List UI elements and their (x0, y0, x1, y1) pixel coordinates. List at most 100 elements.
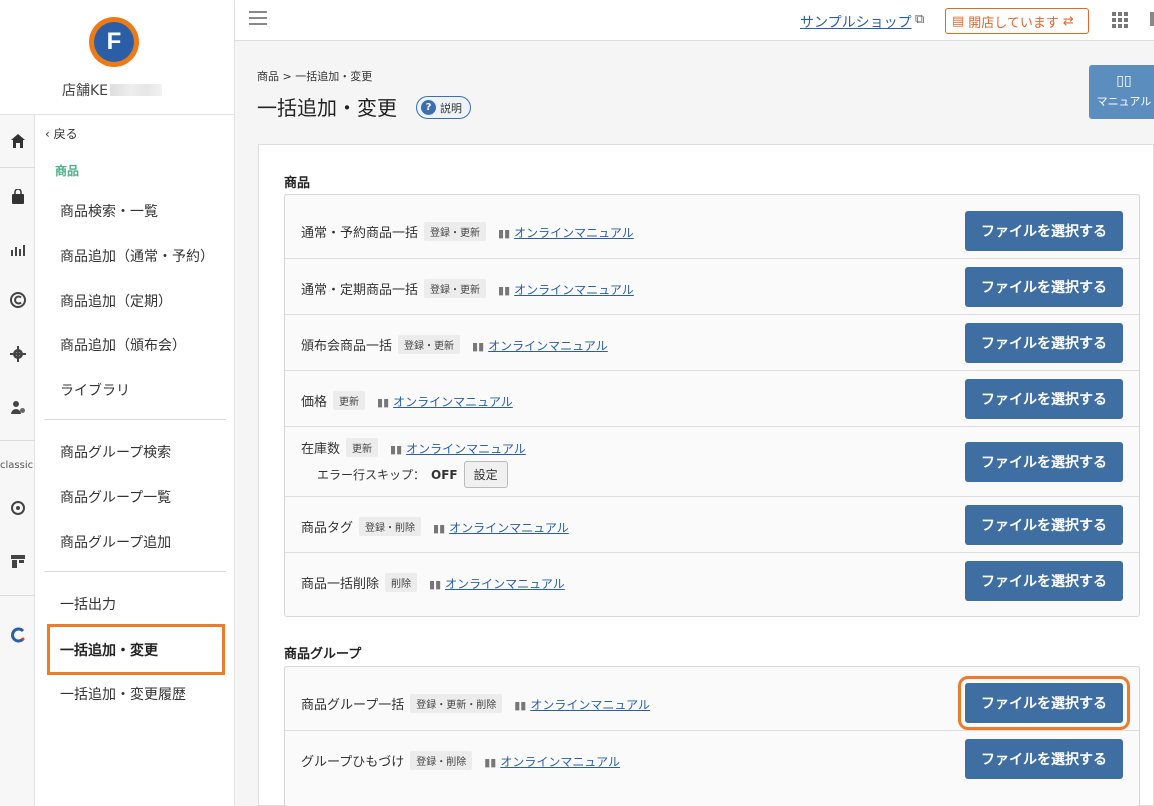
select-file-button[interactable]: ファイルを選択する (965, 211, 1123, 251)
select-file-button[interactable]: ファイルを選択する (965, 505, 1123, 545)
back-label: 戻る (53, 127, 78, 141)
operation-tag: 更新 (346, 438, 379, 457)
gear-icon[interactable] (0, 342, 35, 366)
import-row: 通常・予約商品一括 登録・更新 ▮▮ オンラインマニュアル ファイルを選択する (285, 195, 1139, 259)
online-manual-link[interactable]: オンラインマニュアル (393, 395, 513, 409)
select-file-button[interactable]: ファイルを選択する (965, 379, 1123, 419)
store-name-text: 店舗KE (62, 83, 109, 99)
select-file-button[interactable]: ファイルを選択する (965, 561, 1123, 601)
book-icon: ▮▮ (472, 340, 485, 353)
row-label: 通常・予約商品一括 登録・更新 ▮▮ オンラインマニュアル (301, 222, 634, 241)
book-icon: ▮▮ (429, 578, 442, 591)
menu-item-bulk-export[interactable]: 一括出力 (60, 594, 116, 614)
online-manual-link[interactable]: オンラインマニュアル (530, 698, 650, 712)
import-row: 商品一括削除 削除 ▮▮ オンラインマニュアル ファイルを選択する (285, 553, 1139, 617)
menu-item-bulk-add-change[interactable]: 一括追加・変更 (47, 624, 225, 675)
select-file-button[interactable]: ファイルを選択する (965, 267, 1123, 307)
operation-tag: 登録・更新 (424, 222, 487, 241)
chart-icon[interactable] (0, 237, 35, 261)
home-icon[interactable] (0, 129, 35, 153)
import-row: 在庫数 更新 ▮▮ オンラインマニュアル エラー行スキップ： OFF 設定 ファイルを選… (285, 427, 1139, 497)
import-row: 商品タグ 登録・削除 ▮▮ オンラインマニュアル ファイルを選択する (285, 497, 1139, 553)
menu-divider (44, 571, 226, 572)
import-row: 頒布会商品一括 登録・更新 ▮▮ オンラインマニュアル ファイルを選択する (285, 315, 1139, 371)
row-label: 商品グループ一括 登録・更新・削除 ▮▮ オンラインマニュアル (301, 694, 650, 713)
swap-icon: ⇄ (1062, 13, 1074, 29)
c-circle-icon[interactable] (0, 288, 35, 312)
row-label: 価格 更新 ▮▮ オンラインマニュアル (301, 391, 513, 410)
top-bar: サンプルショップ ⧉ ▤ 開店しています ⇄ (235, 0, 1154, 41)
select-file-button[interactable]: ファイルを選択する (965, 442, 1123, 482)
open-status-label: 開店しています (968, 15, 1059, 31)
manual-button[interactable]: ▯▯ マニュアル (1089, 65, 1154, 119)
c-logo-icon[interactable] (0, 623, 35, 647)
select-file-button[interactable]: ファイルを選択する (965, 739, 1123, 779)
account-icon[interactable] (1150, 12, 1154, 26)
online-manual-link[interactable]: オンラインマニュアル (500, 755, 620, 769)
group-box-products: 通常・予約商品一括 登録・更新 ▮▮ オンラインマニュアル ファイルを選択する 通常・… (284, 194, 1140, 617)
row-name: グループひもづけ (301, 755, 405, 770)
menu-item-add-distribution[interactable]: 商品追加（頒布会） (60, 335, 186, 355)
external-link-icon: ⧉ (915, 12, 925, 27)
store-open-status[interactable]: ▤ 開店しています ⇄ (945, 8, 1089, 34)
sub-menu: ‹ 戻る 商品 商品検索・一覧 商品追加（通常・予約） 商品追加（定期） 商品追… (35, 115, 235, 806)
menu-item-library[interactable]: ライブラリ (60, 380, 130, 400)
book-icon: ▮▮ (498, 227, 511, 240)
menu-item-bulk-add-change-label: 一括追加・変更 (60, 643, 158, 659)
online-manual-link[interactable]: オンラインマニュアル (514, 226, 634, 240)
operation-tag: 登録・削除 (410, 751, 473, 770)
breadcrumb: 商品 > 一括追加・変更 (257, 70, 373, 83)
select-file-button[interactable]: ファイルを選択する (965, 323, 1123, 363)
page-title: 一括追加・変更 (257, 96, 397, 120)
online-manual-link[interactable]: オンラインマニュアル (488, 339, 608, 353)
brand-area: F 店舗KE (0, 0, 235, 115)
select-file-button-highlighted[interactable]: ファイルを選択する (958, 676, 1130, 730)
rail-divider (0, 440, 35, 441)
grid-icon[interactable] (1112, 12, 1128, 28)
row-name: 商品一括削除 (301, 577, 380, 592)
store-logo[interactable]: F (89, 17, 139, 67)
back-link[interactable]: ‹ 戻る (45, 125, 78, 142)
error-skip-value: OFF (431, 467, 458, 482)
menu-item-add-normal[interactable]: 商品追加（通常・予約） (60, 246, 214, 266)
import-row: グループひもづけ 登録・削除 ▮▮ オンラインマニュアル ファイルを選択する (285, 731, 1139, 791)
menu-item-group-add[interactable]: 商品グループ追加 (60, 532, 171, 552)
cycle-icon[interactable] (0, 496, 35, 520)
shopping-bag-icon[interactable] (0, 185, 35, 209)
menu-item-product-search[interactable]: 商品検索・一覧 (60, 201, 158, 221)
shop-link[interactable]: サンプルショップ (800, 12, 912, 32)
user-gear-icon[interactable] (0, 395, 35, 419)
row-name: 通常・予約商品一括 (301, 226, 419, 241)
online-manual-link[interactable]: オンラインマニュアル (445, 577, 565, 591)
operation-tag: 削除 (385, 573, 418, 592)
row-name: 価格 (301, 395, 328, 410)
row-name: 在庫数 (301, 442, 341, 457)
hamburger-icon[interactable] (249, 11, 267, 29)
row-label: 頒布会商品一括 登録・更新 ▮▮ オンラインマニュアル (301, 335, 608, 354)
book-icon: ▮▮ (433, 522, 446, 535)
store-icon[interactable] (0, 549, 35, 573)
menu-item-group-search[interactable]: 商品グループ検索 (60, 442, 171, 462)
online-manual-link[interactable]: オンラインマニュアル (406, 442, 526, 456)
menu-divider (44, 419, 226, 420)
operation-tag: 登録・削除 (359, 517, 422, 536)
book-icon: ▮▮ (377, 396, 390, 409)
menu-item-group-list[interactable]: 商品グループ一覧 (60, 487, 171, 507)
operation-tag: 登録・更新 (398, 335, 461, 354)
row-label: 商品タグ 登録・削除 ▮▮ オンラインマニュアル (301, 517, 569, 536)
menu-item-bulk-history[interactable]: 一括追加・変更履歴 (60, 684, 186, 704)
rail-divider (0, 595, 35, 596)
book-icon: ▮▮ (498, 284, 511, 297)
menu-item-add-subscription[interactable]: 商品追加（定期） (60, 291, 172, 311)
main-content: 商品 > 一括追加・変更 一括追加・変更 ? 説明 ▯▯ マニュアル 商品 通常… (235, 41, 1154, 806)
group-title-product-groups: 商品グループ (284, 647, 362, 662)
icon-rail: classic (0, 115, 35, 806)
store-name-redacted (110, 84, 163, 96)
online-manual-link[interactable]: オンラインマニュアル (449, 521, 569, 535)
help-button[interactable]: ? 説明 (416, 96, 471, 119)
online-manual-link[interactable]: オンラインマニュアル (514, 283, 634, 297)
settings-button[interactable]: 設定 (463, 461, 508, 488)
help-label: 説明 (440, 101, 462, 115)
import-row: 通常・定期商品一括 登録・更新 ▮▮ オンラインマニュアル ファイルを選択する (285, 259, 1139, 315)
error-skip-setting: エラー行スキップ： OFF 設定 (317, 461, 508, 488)
